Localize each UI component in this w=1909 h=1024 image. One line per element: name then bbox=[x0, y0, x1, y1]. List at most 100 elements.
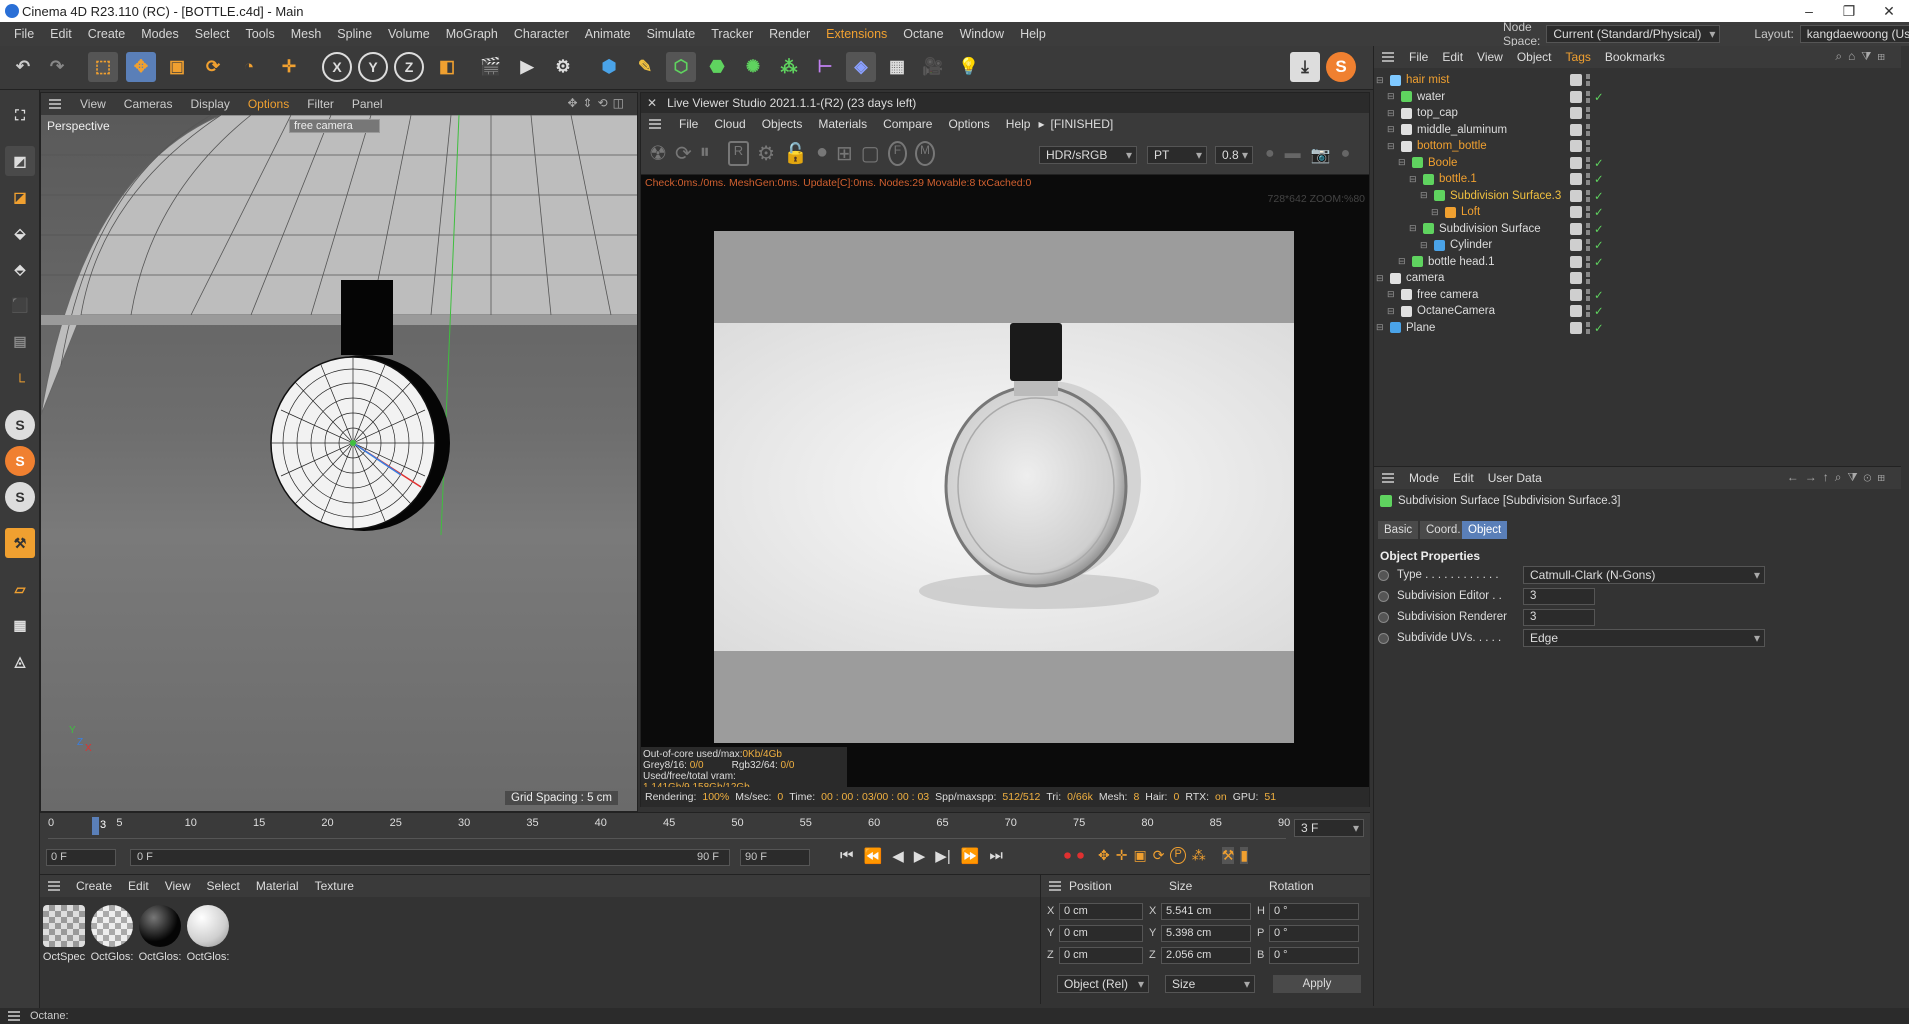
live-selection-icon[interactable]: ⬚ bbox=[88, 52, 118, 82]
layer-toggle-icon[interactable] bbox=[1570, 90, 1582, 103]
camera-icon[interactable]: 🎥 bbox=[918, 52, 948, 82]
material-swatch[interactable]: OctGlos: bbox=[90, 905, 134, 963]
visibility-dots-icon[interactable] bbox=[1586, 173, 1590, 185]
menu-volume[interactable]: Volume bbox=[380, 27, 438, 41]
key-position-icon[interactable]: ✥ bbox=[1098, 847, 1110, 864]
expand-toggle-icon[interactable]: ⊟ bbox=[1376, 75, 1384, 86]
mm-menu-edit[interactable]: Edit bbox=[120, 879, 157, 893]
send-scene-icon[interactable]: ☢ bbox=[649, 141, 667, 166]
layer-toggle-icon[interactable] bbox=[1570, 222, 1582, 235]
rot-h-field[interactable]: 0 ° bbox=[1269, 903, 1359, 920]
menu-tracker[interactable]: Tracker bbox=[703, 27, 761, 41]
rotate-tool-icon[interactable]: ⟳ bbox=[198, 52, 228, 82]
expand-toggle-icon[interactable]: ⊟ bbox=[1387, 108, 1395, 119]
prop-subdivide-uvs-dropdown[interactable]: Edge bbox=[1523, 629, 1765, 647]
editor-viewport[interactable]: View Cameras Display Options Filter Pane… bbox=[40, 92, 638, 812]
menu-character[interactable]: Character bbox=[506, 27, 577, 41]
layer-toggle-icon[interactable] bbox=[1570, 272, 1582, 284]
om-menu-edit[interactable]: Edit bbox=[1435, 50, 1470, 64]
download-icon[interactable]: ⤓ bbox=[1290, 52, 1320, 82]
layout-dropdown[interactable]: kangdaewoong (User) bbox=[1799, 25, 1909, 43]
am-menu-mode[interactable]: Mode bbox=[1402, 471, 1446, 485]
enabled-check-icon[interactable]: ✓ bbox=[1594, 288, 1604, 302]
dope-sheet-icon[interactable]: ▮ bbox=[1240, 847, 1249, 864]
viewport-menu-cameras[interactable]: Cameras bbox=[115, 97, 182, 111]
object-row[interactable]: ⊟ Plane ✓ bbox=[1374, 318, 1901, 338]
size-mode-dropdown[interactable]: Size bbox=[1165, 975, 1255, 993]
viewport-nav-icons[interactable]: ✥⇕⟲◫ bbox=[567, 96, 629, 110]
prop-subdivision-editor-radio[interactable] bbox=[1378, 590, 1389, 602]
prop-subdivision-renderer-radio[interactable] bbox=[1378, 611, 1389, 623]
close-button[interactable]: ✕ bbox=[1869, 0, 1909, 22]
om-menu-object[interactable]: Object bbox=[1510, 50, 1559, 64]
menu-spline[interactable]: Spline bbox=[329, 27, 380, 41]
prop-subdivide-uvs-radio[interactable] bbox=[1378, 632, 1389, 644]
lv-menu-options[interactable]: Options bbox=[940, 117, 997, 131]
undo-icon[interactable]: ↶ bbox=[8, 52, 38, 82]
make-editable-icon[interactable]: ⛶ bbox=[5, 100, 35, 130]
frame-range-slider[interactable]: 0 F 90 F bbox=[130, 849, 730, 866]
viewport-camera-label[interactable]: free camera bbox=[289, 119, 380, 133]
lv-menu-objects[interactable]: Objects bbox=[754, 117, 811, 131]
minimize-button[interactable]: – bbox=[1789, 0, 1829, 22]
expand-toggle-icon[interactable]: ⊟ bbox=[1409, 174, 1417, 185]
mm-menu-view[interactable]: View bbox=[157, 879, 199, 893]
snap-s-alt-icon[interactable]: S bbox=[5, 482, 35, 512]
layer-toggle-icon[interactable] bbox=[1570, 156, 1582, 169]
enabled-check-icon[interactable]: ✓ bbox=[1594, 172, 1604, 186]
layer-toggle-icon[interactable] bbox=[1570, 123, 1582, 136]
om-menu-bookmarks[interactable]: Bookmarks bbox=[1598, 50, 1672, 64]
om-menu-view[interactable]: View bbox=[1470, 50, 1510, 64]
layer-toggle-icon[interactable] bbox=[1570, 140, 1582, 152]
go-to-end-icon[interactable]: ⏭ bbox=[989, 847, 1003, 865]
cloner-icon[interactable]: ✺ bbox=[738, 52, 768, 82]
go-to-start-icon[interactable]: ⏮ bbox=[840, 847, 854, 865]
apply-button[interactable]: Apply bbox=[1273, 975, 1361, 993]
layer-toggle-icon[interactable] bbox=[1570, 189, 1582, 202]
layer-toggle-icon[interactable] bbox=[1570, 255, 1582, 268]
edges-mode-icon[interactable]: ⬘ bbox=[5, 254, 35, 284]
enabled-check-icon[interactable]: ✓ bbox=[1594, 321, 1604, 335]
layer-toggle-icon[interactable] bbox=[1570, 206, 1582, 218]
material-swatch[interactable]: OctGlos: bbox=[186, 905, 230, 963]
viewport-scene[interactable]: Perspective free camera Y X Z Grid Spaci… bbox=[41, 115, 637, 811]
am-header-icons[interactable]: ←→↑⌕⧩⊙⊞ bbox=[1787, 470, 1891, 485]
menu-mesh[interactable]: Mesh bbox=[283, 27, 330, 41]
menu-modes[interactable]: Modes bbox=[133, 27, 187, 41]
snap-s-orange-icon[interactable]: S bbox=[5, 446, 35, 476]
am-menu-edit[interactable]: Edit bbox=[1446, 471, 1481, 485]
menu-mograph[interactable]: MoGraph bbox=[438, 27, 506, 41]
key-move-icon[interactable]: ✛ bbox=[1116, 847, 1128, 864]
previous-key-icon[interactable]: ⏪ bbox=[864, 847, 883, 865]
visibility-dots-icon[interactable] bbox=[1586, 140, 1590, 152]
layer-toggle-icon[interactable] bbox=[1570, 107, 1582, 119]
s-plugin-icon[interactable]: S bbox=[1326, 52, 1356, 82]
hamburger-icon[interactable] bbox=[49, 99, 61, 109]
light-icon[interactable]: 💡 bbox=[954, 52, 984, 82]
lv-menu-file[interactable]: File bbox=[671, 117, 706, 131]
record-active-icon[interactable]: ⏺ bbox=[1064, 847, 1071, 864]
color-space-dropdown[interactable]: HDR/sRGB bbox=[1039, 146, 1137, 164]
hamburger-icon[interactable] bbox=[1382, 473, 1394, 483]
material-picker-icon[interactable]: M bbox=[915, 141, 936, 166]
expand-toggle-icon[interactable]: ⊟ bbox=[1387, 124, 1395, 135]
expand-toggle-icon[interactable]: ⊟ bbox=[1387, 91, 1395, 102]
visibility-dots-icon[interactable] bbox=[1586, 321, 1590, 334]
lv-menu-materials[interactable]: Materials bbox=[810, 117, 875, 131]
coordinate-system-icon[interactable]: ◧ bbox=[432, 52, 462, 82]
viewport-menu-view[interactable]: View bbox=[71, 97, 115, 111]
next-key-icon[interactable]: ⏩ bbox=[961, 847, 980, 865]
settings-gear-icon[interactable]: ⚙ bbox=[757, 141, 775, 166]
transform-icon[interactable]: ✛ bbox=[274, 52, 304, 82]
expand-toggle-icon[interactable]: ⊟ bbox=[1387, 289, 1395, 300]
menu-tools[interactable]: Tools bbox=[238, 27, 283, 41]
restart-render-icon[interactable]: ⟳ bbox=[675, 141, 692, 166]
menu-extensions[interactable]: Extensions bbox=[818, 27, 895, 41]
scale-tool-icon[interactable]: ▣ bbox=[162, 52, 192, 82]
layer-toggle-icon[interactable] bbox=[1570, 173, 1582, 185]
lv-menu-help[interactable]: Help bbox=[998, 117, 1039, 131]
menu-render[interactable]: Render bbox=[761, 27, 818, 41]
menu-help[interactable]: Help bbox=[1012, 27, 1054, 41]
polygons-mode-icon[interactable]: ⬛ bbox=[5, 290, 35, 320]
hamburger-icon[interactable] bbox=[48, 881, 60, 891]
